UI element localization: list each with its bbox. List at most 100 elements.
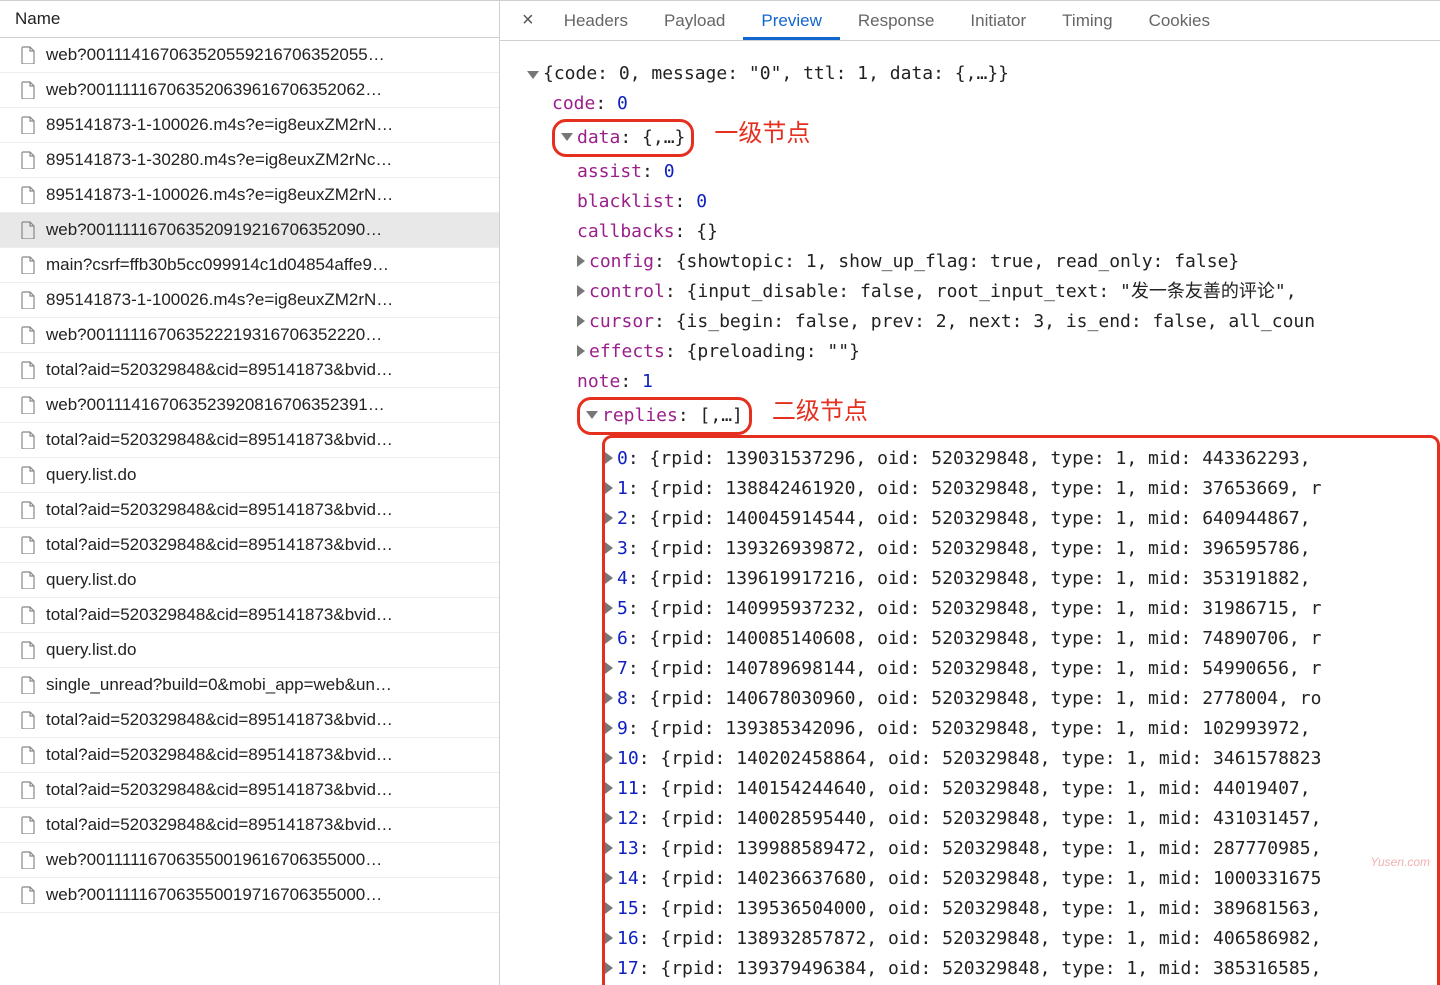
reply-item[interactable]: 1: {rpid: 138842461920, oid: 520329848, … xyxy=(605,474,1437,504)
expand-toggle-icon[interactable] xyxy=(605,812,613,824)
file-icon xyxy=(20,81,36,99)
expand-toggle-icon[interactable] xyxy=(605,512,613,524)
json-field-effects[interactable]: effects: {preloading: ""} xyxy=(512,337,1440,367)
expand-toggle-icon[interactable] xyxy=(605,932,613,944)
tab-cookies[interactable]: Cookies xyxy=(1131,1,1228,40)
reply-item[interactable]: 5: {rpid: 140995937232, oid: 520329848, … xyxy=(605,594,1437,624)
request-row[interactable]: total?aid=520329848&cid=895141873&bvid… xyxy=(0,773,499,808)
request-name: total?aid=520329848&cid=895141873&bvid… xyxy=(46,535,393,555)
json-preview[interactable]: {code: 0, message: "0", ttl: 1, data: {,… xyxy=(500,41,1440,985)
reply-item[interactable]: 12: {rpid: 140028595440, oid: 520329848,… xyxy=(605,804,1437,834)
expand-toggle-icon[interactable] xyxy=(605,632,613,644)
json-field-assist[interactable]: assist: 0 xyxy=(512,157,1440,187)
tab-headers[interactable]: Headers xyxy=(546,1,646,40)
json-field-cursor[interactable]: cursor: {is_begin: false, prev: 2, next:… xyxy=(512,307,1440,337)
expand-toggle-icon[interactable] xyxy=(561,133,573,141)
close-icon[interactable]: × xyxy=(510,9,546,32)
request-row[interactable]: main?csrf=ffb30b5cc099914c1d04854affe9… xyxy=(0,248,499,283)
reply-item[interactable]: 9: {rpid: 139385342096, oid: 520329848, … xyxy=(605,714,1437,744)
request-row[interactable]: web?001111167063520919216706352090… xyxy=(0,213,499,248)
request-row[interactable]: total?aid=520329848&cid=895141873&bvid… xyxy=(0,423,499,458)
reply-item[interactable]: 13: {rpid: 139988589472, oid: 520329848,… xyxy=(605,834,1437,864)
tab-preview[interactable]: Preview xyxy=(743,1,839,40)
expand-toggle-icon[interactable] xyxy=(605,692,613,704)
reply-item[interactable]: 10: {rpid: 140202458864, oid: 520329848,… xyxy=(605,744,1437,774)
expand-toggle-icon[interactable] xyxy=(605,572,613,584)
expand-toggle-icon[interactable] xyxy=(605,902,613,914)
reply-item[interactable]: 2: {rpid: 140045914544, oid: 520329848, … xyxy=(605,504,1437,534)
expand-toggle-icon[interactable] xyxy=(605,722,613,734)
expand-toggle-icon[interactable] xyxy=(605,542,613,554)
expand-toggle-icon[interactable] xyxy=(577,315,585,327)
expand-toggle-icon[interactable] xyxy=(605,662,613,674)
expand-toggle-icon[interactable] xyxy=(605,602,613,614)
tab-timing[interactable]: Timing xyxy=(1044,1,1130,40)
expand-toggle-icon[interactable] xyxy=(605,752,613,764)
reply-item[interactable]: 14: {rpid: 140236637680, oid: 520329848,… xyxy=(605,864,1437,894)
expand-toggle-icon[interactable] xyxy=(605,872,613,884)
request-row[interactable]: web?001114167063523920816706352391… xyxy=(0,388,499,423)
reply-item[interactable]: 16: {rpid: 138932857872, oid: 520329848,… xyxy=(605,924,1437,954)
expand-toggle-icon[interactable] xyxy=(577,255,585,267)
expand-toggle-icon[interactable] xyxy=(605,482,613,494)
tab-initiator[interactable]: Initiator xyxy=(952,1,1044,40)
request-name: query.list.do xyxy=(46,570,136,590)
reply-item[interactable]: 15: {rpid: 139536504000, oid: 520329848,… xyxy=(605,894,1437,924)
expand-toggle-icon[interactable] xyxy=(605,842,613,854)
request-row[interactable]: total?aid=520329848&cid=895141873&bvid… xyxy=(0,703,499,738)
json-field-control[interactable]: control: {input_disable: false, root_inp… xyxy=(512,277,1440,307)
request-row[interactable]: 895141873-1-100026.m4s?e=ig8euxZM2rN… xyxy=(0,178,499,213)
expand-toggle-icon[interactable] xyxy=(605,782,613,794)
json-field-callbacks[interactable]: callbacks: {} xyxy=(512,217,1440,247)
request-row[interactable]: web?001111167063520639616706352062… xyxy=(0,73,499,108)
reply-item[interactable]: 8: {rpid: 140678030960, oid: 520329848, … xyxy=(605,684,1437,714)
request-name: total?aid=520329848&cid=895141873&bvid… xyxy=(46,430,393,450)
reply-item[interactable]: 17: {rpid: 139379496384, oid: 520329848,… xyxy=(605,954,1437,984)
request-row[interactable]: query.list.do xyxy=(0,633,499,668)
json-field-blacklist[interactable]: blacklist: 0 xyxy=(512,187,1440,217)
request-name: total?aid=520329848&cid=895141873&bvid… xyxy=(46,500,393,520)
request-name: 895141873-1-100026.m4s?e=ig8euxZM2rN… xyxy=(46,185,393,205)
request-row[interactable]: total?aid=520329848&cid=895141873&bvid… xyxy=(0,493,499,528)
json-field-data[interactable]: data: {,…}一级节点 xyxy=(512,119,1440,157)
request-row[interactable]: total?aid=520329848&cid=895141873&bvid… xyxy=(0,738,499,773)
request-row[interactable]: 895141873-1-100026.m4s?e=ig8euxZM2rN… xyxy=(0,108,499,143)
name-column-header[interactable]: Name xyxy=(0,1,499,38)
expand-toggle-icon[interactable] xyxy=(586,411,598,419)
json-root[interactable]: {code: 0, message: "0", ttl: 1, data: {,… xyxy=(512,59,1440,89)
expand-toggle-icon[interactable] xyxy=(577,285,585,297)
request-row[interactable]: web?001111167063522219316706352220… xyxy=(0,318,499,353)
reply-item[interactable]: 3: {rpid: 139326939872, oid: 520329848, … xyxy=(605,534,1437,564)
request-row[interactable]: total?aid=520329848&cid=895141873&bvid… xyxy=(0,598,499,633)
request-row[interactable]: web?001114167063520559216706352055… xyxy=(0,38,499,73)
file-icon xyxy=(20,606,36,624)
expand-toggle-icon[interactable] xyxy=(605,452,613,464)
request-name: web?001114167063520559216706352055… xyxy=(46,45,385,65)
request-row[interactable]: web?001111167063550019616706355000… xyxy=(0,843,499,878)
reply-item[interactable]: 7: {rpid: 140789698144, oid: 520329848, … xyxy=(605,654,1437,684)
request-row[interactable]: single_unread?build=0&mobi_app=web&un… xyxy=(0,668,499,703)
reply-item[interactable]: 11: {rpid: 140154244640, oid: 520329848,… xyxy=(605,774,1437,804)
reply-item[interactable]: 4: {rpid: 139619917216, oid: 520329848, … xyxy=(605,564,1437,594)
request-row[interactable]: web?001111167063550019716706355000… xyxy=(0,878,499,913)
file-icon xyxy=(20,221,36,239)
request-row[interactable]: 895141873-1-30280.m4s?e=ig8euxZM2rNc… xyxy=(0,143,499,178)
request-row[interactable]: total?aid=520329848&cid=895141873&bvid… xyxy=(0,353,499,388)
expand-toggle-icon[interactable] xyxy=(577,345,585,357)
reply-item[interactable]: 0: {rpid: 139031537296, oid: 520329848, … xyxy=(605,444,1437,474)
request-row[interactable]: query.list.do xyxy=(0,563,499,598)
json-field-replies[interactable]: replies: [,…]二级节点 xyxy=(512,397,1440,435)
request-name: 895141873-1-100026.m4s?e=ig8euxZM2rN… xyxy=(46,115,393,135)
expand-toggle-icon[interactable] xyxy=(605,962,613,974)
tab-payload[interactable]: Payload xyxy=(646,1,743,40)
json-field-config[interactable]: config: {showtopic: 1, show_up_flag: tru… xyxy=(512,247,1440,277)
json-field-note[interactable]: note: 1 xyxy=(512,367,1440,397)
request-row[interactable]: 895141873-1-100026.m4s?e=ig8euxZM2rN… xyxy=(0,283,499,318)
request-row[interactable]: total?aid=520329848&cid=895141873&bvid… xyxy=(0,528,499,563)
request-row[interactable]: query.list.do xyxy=(0,458,499,493)
expand-toggle-icon[interactable] xyxy=(527,71,539,79)
request-row[interactable]: total?aid=520329848&cid=895141873&bvid… xyxy=(0,808,499,843)
json-field-code[interactable]: code: 0 xyxy=(512,89,1440,119)
tab-response[interactable]: Response xyxy=(840,1,953,40)
reply-item[interactable]: 6: {rpid: 140085140608, oid: 520329848, … xyxy=(605,624,1437,654)
